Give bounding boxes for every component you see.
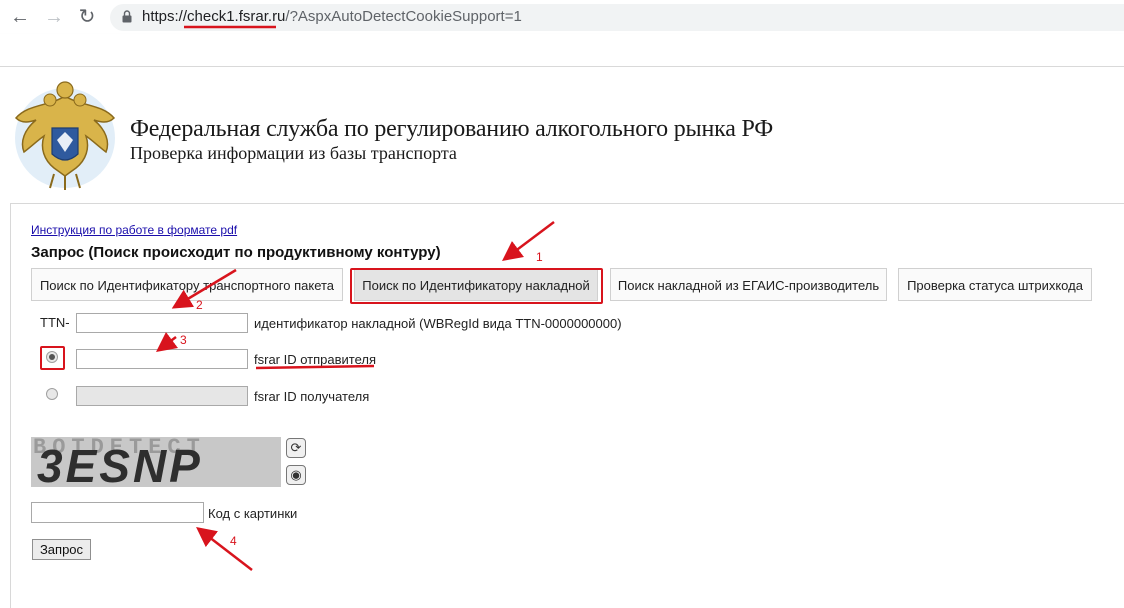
address-bar[interactable]: https://check1.fsrar.ru/?AspxAutoDetectC… xyxy=(110,4,1124,31)
annotation-number-4: 4 xyxy=(230,534,237,548)
fsrar-emblem-icon xyxy=(14,81,116,190)
sender-fsrar-input[interactable] xyxy=(76,349,248,369)
sender-fsrar-label: fsrar ID отправителя xyxy=(254,352,377,367)
captcha-refresh-icon[interactable]: ⟳ xyxy=(286,438,306,458)
ttn-input[interactable] xyxy=(76,313,248,333)
annotation-number-3: 3 xyxy=(180,333,187,347)
annotation-number-2: 2 xyxy=(196,298,203,312)
tab-transport-package-id[interactable]: Поиск по Идентификатору транспортного па… xyxy=(31,268,343,301)
ttn-hint-label: идентификатор накладной (WBRegId вида TT… xyxy=(254,316,622,331)
browser-toolbar: ← → ↻ https://check1.fsrar.ru/?AspxAutoD… xyxy=(0,0,1124,34)
annotation-number-1: 1 xyxy=(536,250,543,264)
receiver-radio[interactable] xyxy=(46,388,58,400)
reload-icon[interactable]: ↻ xyxy=(75,5,99,29)
captcha-image: BOTDETECT 3ESNP xyxy=(31,437,281,487)
url-path: /?AspxAutoDetectCookieSupport=1 xyxy=(285,8,522,25)
back-arrow-icon[interactable]: ← xyxy=(8,5,32,29)
lock-icon xyxy=(122,10,132,23)
receiver-fsrar-label: fsrar ID получателя xyxy=(254,389,370,404)
instruction-pdf-link[interactable]: Инструкция по работе в формате pdf xyxy=(31,223,237,237)
highlight-box-sender-radio xyxy=(40,346,65,370)
tab-barcode-status[interactable]: Проверка статуса штрихкода xyxy=(898,268,1092,301)
captcha-input[interactable] xyxy=(31,502,204,523)
bookmarks-bar xyxy=(0,34,1124,67)
page-subtitle: Проверка информации из базы транспорта xyxy=(130,143,457,163)
page-title: Федеральная служба по регулированию алко… xyxy=(130,116,773,142)
tab-egais-producer[interactable]: Поиск накладной из ЕГАИС-производитель xyxy=(610,268,887,301)
url-host: check1.fsrar.ru xyxy=(187,8,286,25)
highlight-box-invoice-tab xyxy=(350,268,603,304)
captcha-label: Код с картинки xyxy=(208,506,298,521)
submit-query-button[interactable]: Запрос xyxy=(32,539,91,560)
captcha-code: 3ESNP xyxy=(37,440,203,487)
url-scheme: https:// xyxy=(142,8,188,25)
forward-arrow-icon[interactable]: → xyxy=(42,5,66,29)
url-text: https://check1.fsrar.ru/?AspxAutoDetectC… xyxy=(142,8,522,25)
query-heading: Запрос (Поиск происходит по продуктивном… xyxy=(31,244,441,261)
receiver-fsrar-input[interactable] xyxy=(76,386,248,406)
captcha-audio-icon[interactable]: ◉ xyxy=(286,465,306,485)
ttn-prefix-label: TTN- xyxy=(40,315,70,330)
